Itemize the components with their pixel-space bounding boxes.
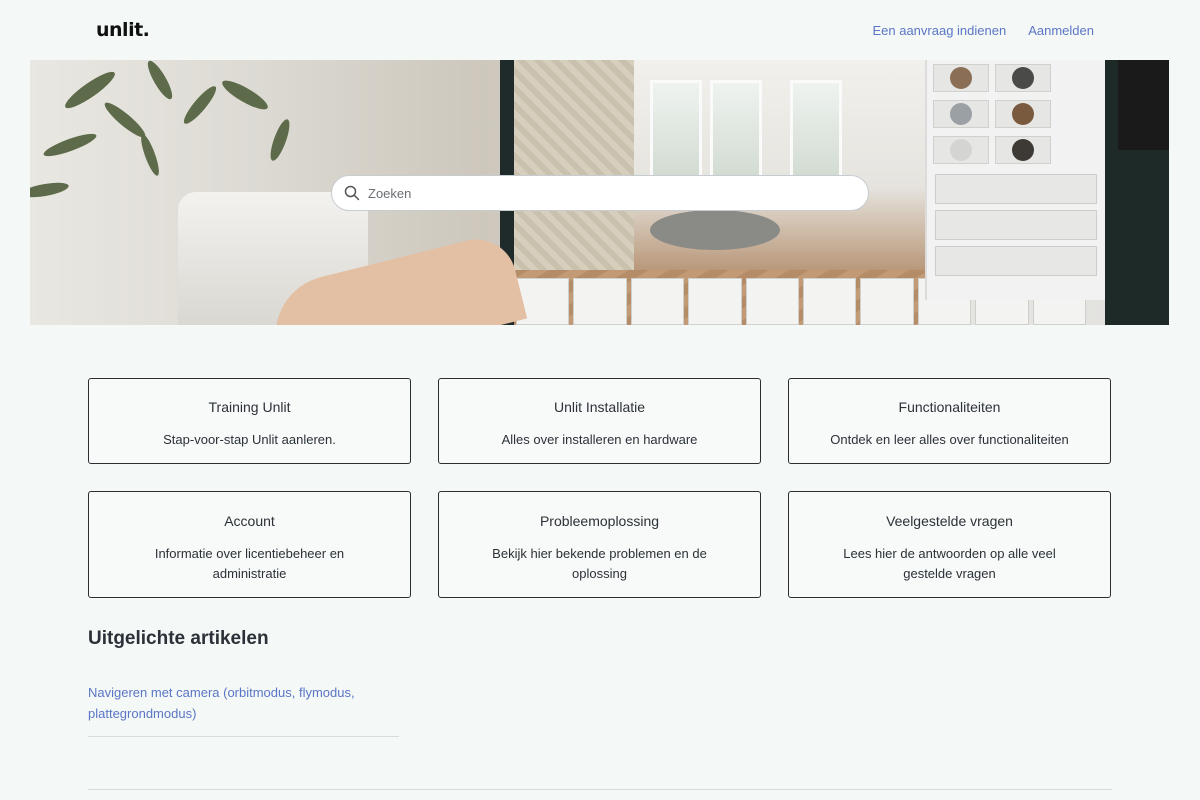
card-description: Ontdek en leer alles over functionalitei… (830, 432, 1069, 447)
divider (88, 789, 1112, 790)
settings-panel-image (925, 60, 1105, 300)
category-grid: Training Unlit Stap-voor-stap Unlit aanl… (88, 378, 1112, 598)
category-card-account[interactable]: Account Informatie over licentiebeheer e… (88, 491, 411, 598)
card-description: Stap-voor-stap Unlit aanleren. (163, 432, 336, 447)
category-card-faq[interactable]: Veelgestelde vragen Lees hier de antwoor… (788, 491, 1111, 598)
card-description: Lees hier de antwoorden op alle veel ges… (843, 546, 1056, 581)
featured-articles-heading: Uitgelichte artikelen (88, 628, 269, 649)
card-title: Probleemoplossing (539, 513, 660, 529)
category-card-troubleshooting[interactable]: Probleemoplossing Bekijk hier bekende pr… (438, 491, 761, 598)
card-description: Bekijk hier bekende problemen en de oplo… (492, 546, 707, 581)
card-title: Functionaliteiten (898, 399, 1001, 415)
category-card-features[interactable]: Functionaliteiten Ontdek en leer alles o… (788, 378, 1111, 464)
card-description: Alles over installeren en hardware (501, 432, 698, 447)
site-header: unlit. Een aanvraag indienen Aanmelden (0, 0, 1200, 60)
card-description: Informatie over licentiebeheer en admini… (154, 546, 345, 581)
featured-articles-list: Navigeren met camera (orbitmodus, flymod… (88, 682, 399, 737)
search-input[interactable] (368, 185, 848, 201)
search-icon (344, 185, 360, 201)
card-title: Unlit Installatie (553, 399, 646, 415)
search-bar[interactable] (331, 175, 869, 211)
submit-request-link[interactable]: Een aanvraag indienen (872, 23, 1006, 38)
sign-in-link[interactable]: Aanmelden (1028, 23, 1094, 38)
card-title: Veelgestelde vragen (886, 513, 1013, 529)
header-nav: Een aanvraag indienen Aanmelden (872, 23, 1094, 38)
unlit-logo[interactable]: unlit. (96, 19, 150, 41)
featured-article-link[interactable]: Navigeren met camera (orbitmodus, flymod… (88, 682, 399, 737)
card-title: Training Unlit (208, 399, 291, 415)
category-card-training[interactable]: Training Unlit Stap-voor-stap Unlit aanl… (88, 378, 411, 464)
category-card-installation[interactable]: Unlit Installatie Alles over installeren… (438, 378, 761, 464)
card-title: Account (224, 513, 275, 529)
